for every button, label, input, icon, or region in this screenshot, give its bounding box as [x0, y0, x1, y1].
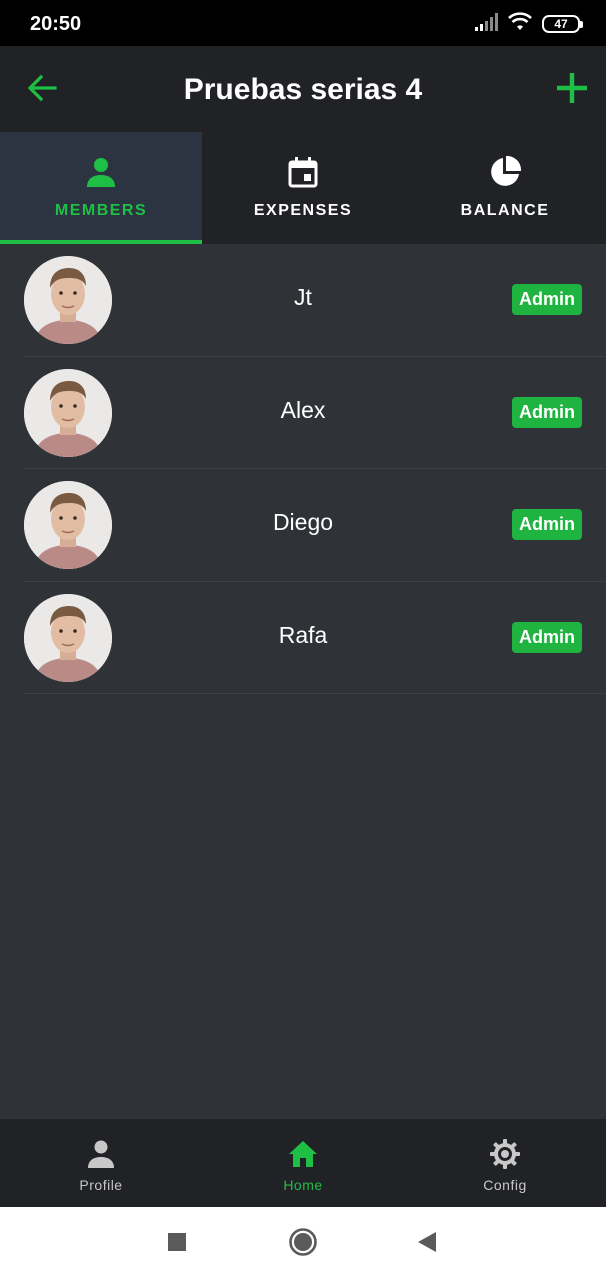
circle-icon — [288, 1227, 318, 1262]
nav-config[interactable]: Config — [404, 1119, 606, 1207]
nav-profile-label: Profile — [79, 1177, 123, 1193]
admin-badge: Admin — [512, 396, 582, 428]
app-bar: Pruebas serias 4 — [0, 46, 606, 132]
list-item[interactable]: Diego Admin — [24, 469, 606, 582]
plus-icon — [555, 71, 589, 110]
tab-balance-label: BALANCE — [460, 202, 550, 219]
bottom-nav: Profile Home Config — [0, 1119, 606, 1207]
nav-config-label: Config — [483, 1177, 527, 1193]
tab-expenses-label: EXPENSES — [253, 202, 353, 219]
member-name: Jt — [294, 284, 312, 310]
battery-icon: 47 — [542, 15, 583, 33]
nav-home-label: Home — [283, 1177, 323, 1193]
list-item[interactable]: Jt Admin — [24, 244, 606, 357]
tab-bar: MEMBERS EXPENSES BALANCE — [0, 132, 606, 244]
triangle-back-icon — [416, 1231, 438, 1258]
tab-members[interactable]: MEMBERS — [0, 132, 202, 244]
member-name: Rafa — [278, 621, 328, 648]
calendar-icon — [285, 154, 321, 190]
list-item[interactable]: Alex Admin — [24, 357, 606, 469]
tab-balance[interactable]: BALANCE — [404, 132, 606, 244]
nav-home[interactable]: Home — [202, 1119, 404, 1207]
status-time: 20:50 — [30, 13, 82, 35]
person-icon — [84, 1137, 118, 1171]
arrow-left-icon — [27, 74, 57, 107]
status-bar: 20:50 47 — [0, 0, 606, 46]
add-button[interactable] — [550, 68, 594, 112]
admin-badge: Admin — [512, 284, 582, 315]
home-system-button[interactable] — [288, 1227, 318, 1262]
signal-icon — [474, 12, 498, 36]
home-icon — [286, 1137, 320, 1171]
admin-badge: Admin — [512, 509, 582, 540]
member-name: Alex — [280, 396, 326, 423]
member-name: Diego — [272, 509, 334, 535]
nav-profile[interactable]: Profile — [0, 1119, 202, 1207]
system-nav-bar — [0, 1207, 606, 1280]
tab-expenses[interactable]: EXPENSES — [202, 132, 404, 244]
pie-chart-icon — [487, 154, 523, 190]
back-button[interactable] — [22, 70, 62, 110]
square-icon — [167, 1232, 187, 1257]
members-list: Jt Admin Alex Admin Diego Admin Rafa Adm… — [0, 244, 606, 694]
tab-members-label: MEMBERS — [54, 202, 148, 219]
recent-apps-button[interactable] — [162, 1229, 192, 1259]
list-item[interactable]: Rafa Admin — [24, 582, 606, 694]
person-icon — [83, 154, 119, 190]
admin-badge: Admin — [512, 621, 582, 653]
status-icons: 47 — [474, 11, 583, 37]
gear-icon — [488, 1137, 522, 1171]
page-title: Pruebas serias 4 — [183, 73, 423, 106]
wifi-icon — [508, 11, 532, 37]
back-system-button[interactable] — [412, 1229, 442, 1259]
